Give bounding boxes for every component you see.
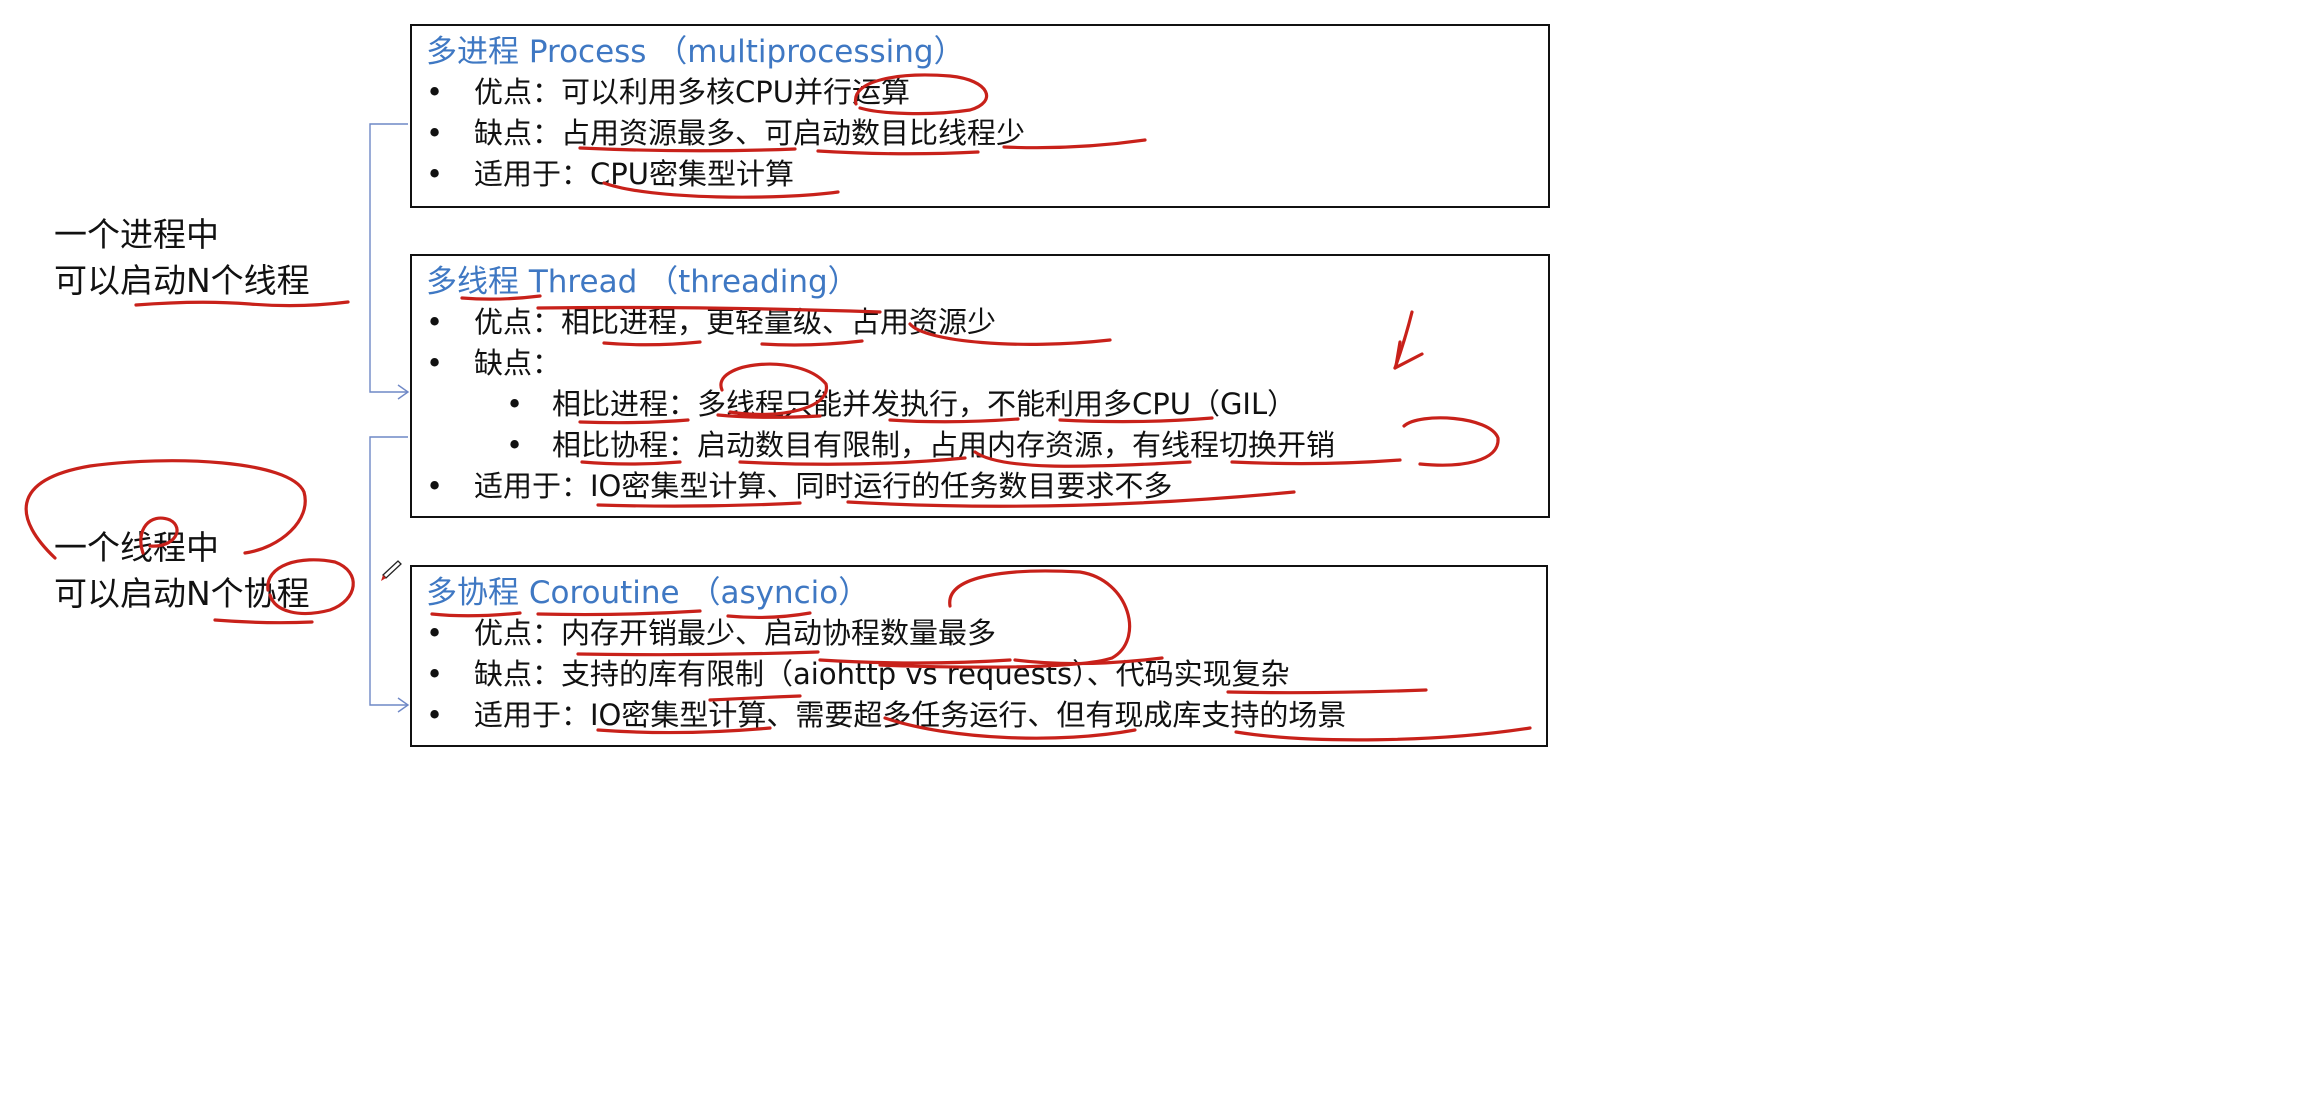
coroutine-box: 多协程 Coroutine （asyncio） • 优点：内存开销最少、启动协程数…	[410, 565, 1548, 747]
item-text: 优点：内存开销最少、启动协程数量最多	[474, 616, 997, 650]
thread-box: 多线程 Thread （threading） • 优点：相比进程，更轻量级、占用资…	[410, 254, 1550, 518]
bullet: •	[506, 387, 524, 421]
bullet: •	[426, 616, 444, 650]
coroutine-pros-item: • 优点：内存开销最少、启动协程数量最多	[426, 613, 1546, 654]
item-text: 优点：可以利用多核CPU并行运算	[474, 75, 910, 109]
thread-cons-vs-process-item: • 相比进程：多线程只能并发执行，不能利用多CPU（GIL）	[426, 384, 1548, 425]
thread-contains-coroutines-label: 一个线程中 可以启动N个协程	[54, 525, 310, 617]
connector-process-to-thread	[369, 123, 410, 400]
bullet: •	[426, 469, 444, 503]
coroutine-box-title: 多协程 Coroutine （asyncio）	[426, 575, 870, 611]
process-pros-item: • 优点：可以利用多核CPU并行运算	[426, 72, 1548, 113]
left-label-line: 一个线程中	[54, 528, 219, 567]
bullet: •	[426, 116, 444, 150]
item-text: 优点：相比进程，更轻量级、占用资源少	[474, 305, 997, 339]
item-text: 相比协程：启动数目有限制，占用内存资源，有线程切换开销	[552, 428, 1336, 462]
thread-use-case-item: • 适用于：IO密集型计算、同时运行的任务数目要求不多	[426, 466, 1548, 507]
item-text: 适用于：IO密集型计算、同时运行的任务数目要求不多	[474, 469, 1173, 503]
thread-box-title: 多线程 Thread （threading）	[426, 264, 859, 300]
item-text: 缺点：	[474, 346, 562, 380]
coroutine-cons-item: • 缺点：支持的库有限制（aiohttp vs requests）、代码实现复杂	[426, 654, 1546, 695]
process-cons-item: • 缺点：占用资源最多、可启动数目比线程少	[426, 113, 1548, 154]
process-use-case-item: • 适用于：CPU密集型计算	[426, 154, 1548, 195]
thread-pros-item: • 优点：相比进程，更轻量级、占用资源少	[426, 302, 1548, 343]
thread-cons-item: • 缺点：	[426, 343, 1548, 384]
coroutine-use-case-item: • 适用于：IO密集型计算、需要超多任务运行、但有现成库支持的场景	[426, 695, 1546, 736]
item-text: 适用于：IO密集型计算、需要超多任务运行、但有现成库支持的场景	[474, 698, 1347, 732]
item-text: 缺点：支持的库有限制（aiohttp vs requests）、代码实现复杂	[474, 657, 1290, 691]
item-text: 相比进程：多线程只能并发执行，不能利用多CPU（GIL）	[552, 387, 1297, 421]
bullet: •	[426, 657, 444, 691]
item-text: 缺点：占用资源最多、可启动数目比线程少	[474, 116, 1026, 150]
pen-cursor-icon	[381, 560, 402, 581]
connector-thread-to-coroutine	[369, 436, 410, 713]
left-label-line: 可以启动N个线程	[54, 261, 310, 300]
process-box: 多进程 Process （multiprocessing） • 优点：可以利用多核…	[410, 24, 1550, 208]
left-label-line: 一个进程中	[54, 215, 219, 254]
bullet: •	[426, 305, 444, 339]
process-contains-threads-label: 一个进程中 可以启动N个线程	[54, 212, 310, 304]
bullet: •	[426, 346, 444, 380]
bullet: •	[426, 157, 444, 191]
bullet: •	[426, 75, 444, 109]
bullet: •	[426, 698, 444, 732]
item-text: 适用于：CPU密集型计算	[474, 157, 794, 191]
thread-cons-vs-coroutine-item: • 相比协程：启动数目有限制，占用内存资源，有线程切换开销	[426, 425, 1548, 466]
left-label-line: 可以启动N个协程	[54, 574, 310, 613]
process-box-title: 多进程 Process （multiprocessing）	[426, 34, 965, 70]
bullet: •	[506, 428, 524, 462]
